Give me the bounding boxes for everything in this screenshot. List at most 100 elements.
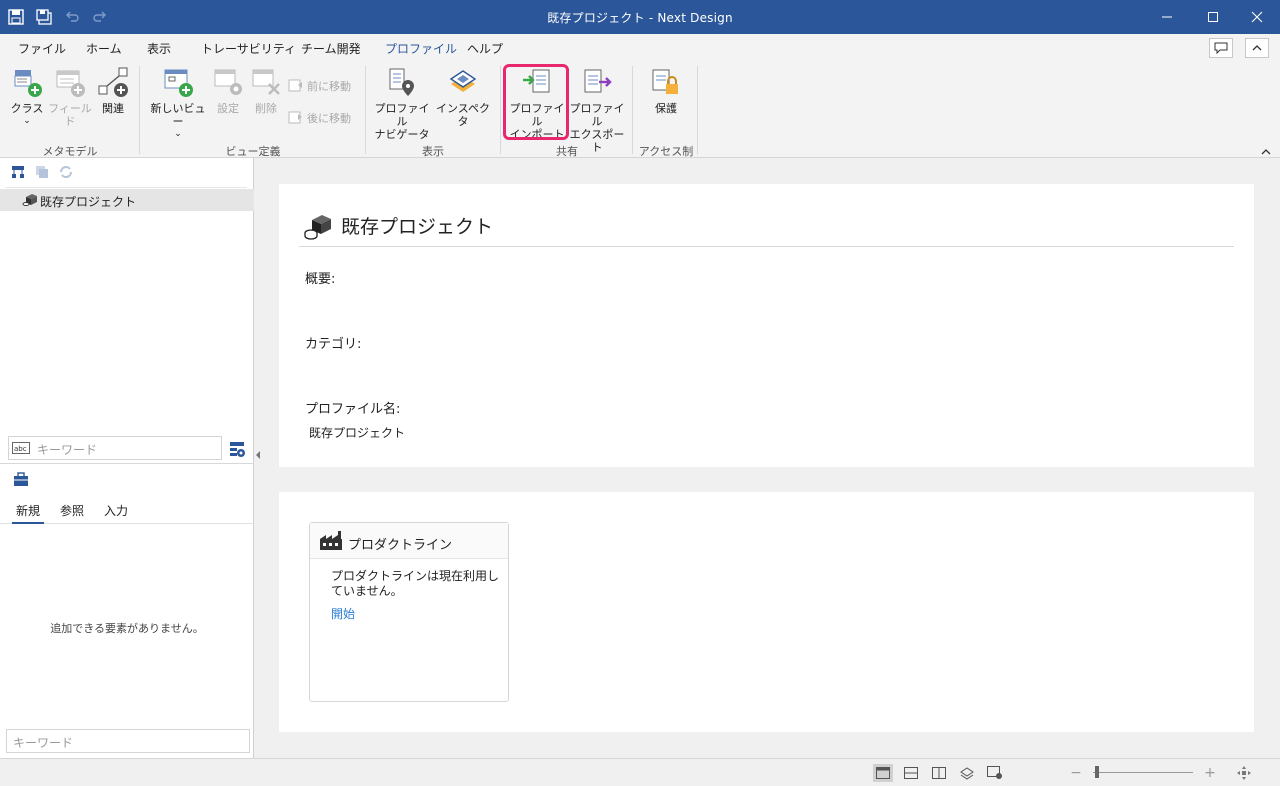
profile-export-icon <box>584 69 612 93</box>
collapse-ribbon-icon[interactable] <box>1245 38 1269 58</box>
tab-reference[interactable]: 参照 <box>60 502 84 519</box>
ribbon: クラス ⌄ フィールド 関連 メタモデル 新しいビュー ⌄ 設定 削除 前に移動… <box>0 62 1280 174</box>
tab-team[interactable]: チーム開発 <box>301 40 361 57</box>
productline-card: プロダクトライン プロダクトラインは現在利用していません。 開始 <box>309 522 509 702</box>
category-label: カテゴリ: <box>305 337 362 352</box>
gear-icon <box>214 69 242 95</box>
navigator-icon <box>389 68 414 96</box>
group-separator <box>500 66 501 154</box>
protect-button[interactable]: 保護 <box>646 66 686 115</box>
move-forward-button[interactable]: 前に移動 <box>288 78 351 94</box>
move-back-button[interactable]: 後に移動 <box>288 110 351 126</box>
minimize-button[interactable] <box>1144 0 1190 34</box>
field-icon <box>56 70 85 97</box>
tab-profile[interactable]: プロファイル <box>382 40 460 65</box>
inspector-button[interactable]: インスペクタ <box>434 66 492 128</box>
productline-title: プロダクトライン <box>348 538 453 553</box>
tab-new[interactable]: 新規 <box>11 502 45 524</box>
group-label-metamodel: メタモデル <box>42 145 98 158</box>
new-view-button[interactable]: 新しいビュー ⌄ <box>148 66 208 141</box>
class-dropdown-icon: ⌄ <box>23 116 31 126</box>
view-delete-button[interactable]: 削除 <box>248 66 284 115</box>
tree-structure-icon[interactable] <box>10 164 26 180</box>
zoom-out-icon[interactable]: − <box>1066 764 1086 782</box>
project-icon <box>304 215 331 240</box>
zoom-slider-track[interactable] <box>1093 772 1193 773</box>
model-sync-icon[interactable] <box>957 764 977 782</box>
tree-search-input[interactable]: abc キーワード <box>8 436 222 460</box>
divider <box>0 463 254 464</box>
tab-file[interactable]: ファイル <box>18 40 66 57</box>
toolbox-icon <box>14 472 28 486</box>
profile-export-button[interactable]: プロファイル エクスポート <box>568 66 626 154</box>
layout-single-icon[interactable] <box>873 764 893 782</box>
page-title: 既存プロジェクト <box>341 216 494 238</box>
project-icon <box>22 194 37 206</box>
title-bar: 既存プロジェクト - Next Design <box>0 0 1280 34</box>
tab-help[interactable]: ヘルプ <box>467 40 503 57</box>
ribbon-tab-bar: ファイル ホーム 表示 トレーサビリティ チーム開発 プロファイル ヘルプ <box>0 34 1280 65</box>
feedback-icon[interactable] <box>1209 38 1233 58</box>
tree-toolbar <box>10 164 74 180</box>
filter-settings-icon[interactable] <box>228 440 246 458</box>
layout-horizontal-icon[interactable] <box>901 764 921 782</box>
close-button[interactable] <box>1234 0 1280 34</box>
text-search-icon: abc <box>12 442 30 454</box>
productline-section: プロダクトライン プロダクトラインは現在利用していません。 開始 <box>279 492 1254 732</box>
sync-icon[interactable] <box>58 164 74 180</box>
profile-name-value: 既存プロジェクト <box>309 426 406 440</box>
ribbon-minimize-icon[interactable] <box>1260 144 1274 156</box>
field-button[interactable]: フィールド <box>48 66 92 128</box>
status-bar: − + <box>0 758 1280 786</box>
group-label-view-def: ビュー定義 <box>225 145 281 158</box>
panel-collapse-handle[interactable] <box>254 440 262 470</box>
maximize-button[interactable] <box>1190 0 1236 34</box>
project-info-card: 既存プロジェクト 概要: カテゴリ: プロファイル名: 既存プロジェクト <box>279 184 1254 467</box>
relation-icon <box>98 67 128 97</box>
palette-search-input[interactable]: キーワード <box>6 729 250 753</box>
move-back-icon <box>288 111 302 124</box>
view-settings-button[interactable]: 設定 <box>210 66 246 115</box>
relation-button[interactable]: 関連 <box>96 66 130 115</box>
editor-area: 既存プロジェクト 概要: カテゴリ: プロファイル名: 既存プロジェクト プロダ… <box>262 158 1280 758</box>
new-view-icon <box>164 69 193 97</box>
overview-label: 概要: <box>305 272 336 287</box>
class-button[interactable]: クラス ⌄ <box>8 66 46 128</box>
tab-view[interactable]: 表示 <box>147 40 171 57</box>
fit-to-window-icon[interactable] <box>1234 764 1254 782</box>
group-separator <box>139 66 140 154</box>
tab-traceability[interactable]: トレーサビリティ <box>201 40 296 57</box>
svg-text:abc: abc <box>14 445 27 453</box>
copy-icon[interactable] <box>34 164 50 180</box>
tab-input[interactable]: 入力 <box>104 502 128 519</box>
model-navigator-panel: 既存プロジェクト abc キーワード 新規 参照 入力 追加できる要素がありませ… <box>0 158 254 758</box>
profile-navigator-button[interactable]: プロファイル ナビゲータ <box>372 66 432 141</box>
inspector-icon <box>449 70 477 92</box>
zoom-slider-thumb[interactable] <box>1095 766 1099 778</box>
group-separator <box>697 66 698 154</box>
layout-vertical-icon[interactable] <box>929 764 949 782</box>
class-icon <box>14 70 42 97</box>
group-separator <box>365 66 366 154</box>
group-label-share: 共有 <box>556 145 578 158</box>
group-label-display: 表示 <box>422 145 444 158</box>
tree-item-project[interactable]: 既存プロジェクト <box>0 189 254 211</box>
palette-empty-message: 追加できる要素がありません。 <box>50 622 204 635</box>
lock-icon <box>652 69 678 94</box>
inspector-toggle-icon[interactable] <box>985 764 1005 782</box>
tab-home[interactable]: ホーム <box>86 40 122 57</box>
productline-message: プロダクトラインは現在利用していません。 <box>331 569 500 598</box>
delete-icon <box>252 69 280 95</box>
factory-icon <box>320 531 342 550</box>
zoom-in-icon[interactable]: + <box>1200 764 1220 782</box>
move-forward-icon <box>288 79 302 92</box>
divider <box>299 246 1234 247</box>
import-highlight-box <box>503 64 569 140</box>
profile-name-label: プロファイル名: <box>305 402 401 417</box>
new-view-dropdown-icon: ⌄ <box>174 129 182 139</box>
group-separator <box>632 66 633 154</box>
palette-tabs: 新規 参照 入力 <box>0 494 254 524</box>
window-title: 既存プロジェクト - Next Design <box>547 11 733 25</box>
productline-start-link[interactable]: 開始 <box>331 605 355 622</box>
divider <box>6 187 247 188</box>
